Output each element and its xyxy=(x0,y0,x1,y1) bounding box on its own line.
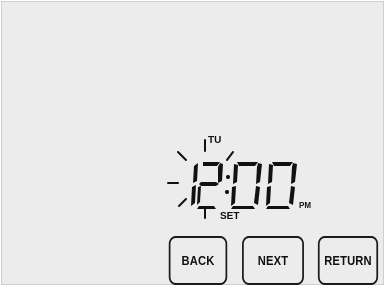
meridiem-label: PM xyxy=(299,201,311,210)
mode-label: SET xyxy=(220,211,239,222)
thermostat-screen: TU PM SET BACK NEXT RETURN xyxy=(0,0,387,290)
time-colon xyxy=(225,175,230,194)
hour-digits xyxy=(191,162,223,209)
minute-digits xyxy=(231,162,297,209)
day-label: TU xyxy=(208,135,221,146)
return-button[interactable]: RETURN xyxy=(317,236,379,285)
back-button[interactable]: BACK xyxy=(168,236,228,285)
next-button[interactable]: NEXT xyxy=(242,236,304,285)
